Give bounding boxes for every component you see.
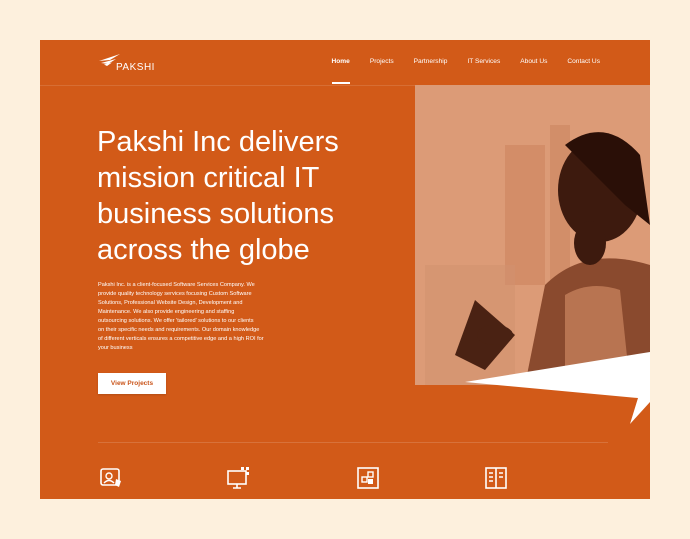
nav-links: Home Projects Partnership IT Services Ab… [331,58,600,84]
dashboard-grid-icon[interactable] [355,465,381,491]
hero-title-line: across the globe [97,234,310,266]
hero-description: Pakshi Inc. is a client-focused Software… [98,281,298,353]
hero-description-line: your business [98,345,133,351]
nav-item-projects[interactable]: Projects [370,58,394,65]
hero-title-line: business solutions [97,198,334,230]
active-indicator [331,82,350,84]
hero-description-line: of different verticals ensures a competi… [98,336,264,342]
hero-description-line: Solutions, Professional Website Design, … [98,300,243,306]
view-projects-button[interactable]: View Projects [98,373,166,394]
nav-item-label: Home [331,58,350,65]
monitor-grid-icon[interactable] [226,465,252,491]
hero-description-line: Pakshi Inc. is a client-focused Software… [98,282,255,288]
nav-item-partnership[interactable]: Partnership [414,58,448,65]
nav-item-about-us[interactable]: About Us [520,58,547,65]
hero-title-line: Pakshi Inc delivers [97,126,339,158]
open-book-icon[interactable] [483,465,509,491]
brand-name: PAKSHI [116,62,155,73]
section-divider [98,442,608,443]
top-navigation: PAKSHI Home Projects Partnership IT Serv… [40,40,650,85]
website-frame: PAKSHI Home Projects Partnership IT Serv… [40,40,650,499]
nav-item-home[interactable]: Home [331,58,350,84]
hero-description-line: Maintenance. We also provide engineering… [98,309,235,315]
hero-description-line: on their specific needs and requirements… [98,327,260,333]
pakshi-logo[interactable]: PAKSHI [98,52,158,74]
nav-item-it-services[interactable]: IT Services [467,58,500,65]
nav-item-contact-us[interactable]: Contact Us [567,58,600,65]
hero-title-line: mission critical IT [97,162,320,194]
support-agent-icon[interactable] [98,465,124,491]
hero-description-line: outsourcing solutions. We offer 'tailore… [98,318,254,324]
hero-description-line: provide quality technology services focu… [98,291,252,297]
features-icon-row [40,465,650,495]
hero-title: Pakshi Inc delivers mission critical IT … [97,124,397,268]
speech-bubble-shape [465,352,650,424]
hero-photo [415,85,650,385]
